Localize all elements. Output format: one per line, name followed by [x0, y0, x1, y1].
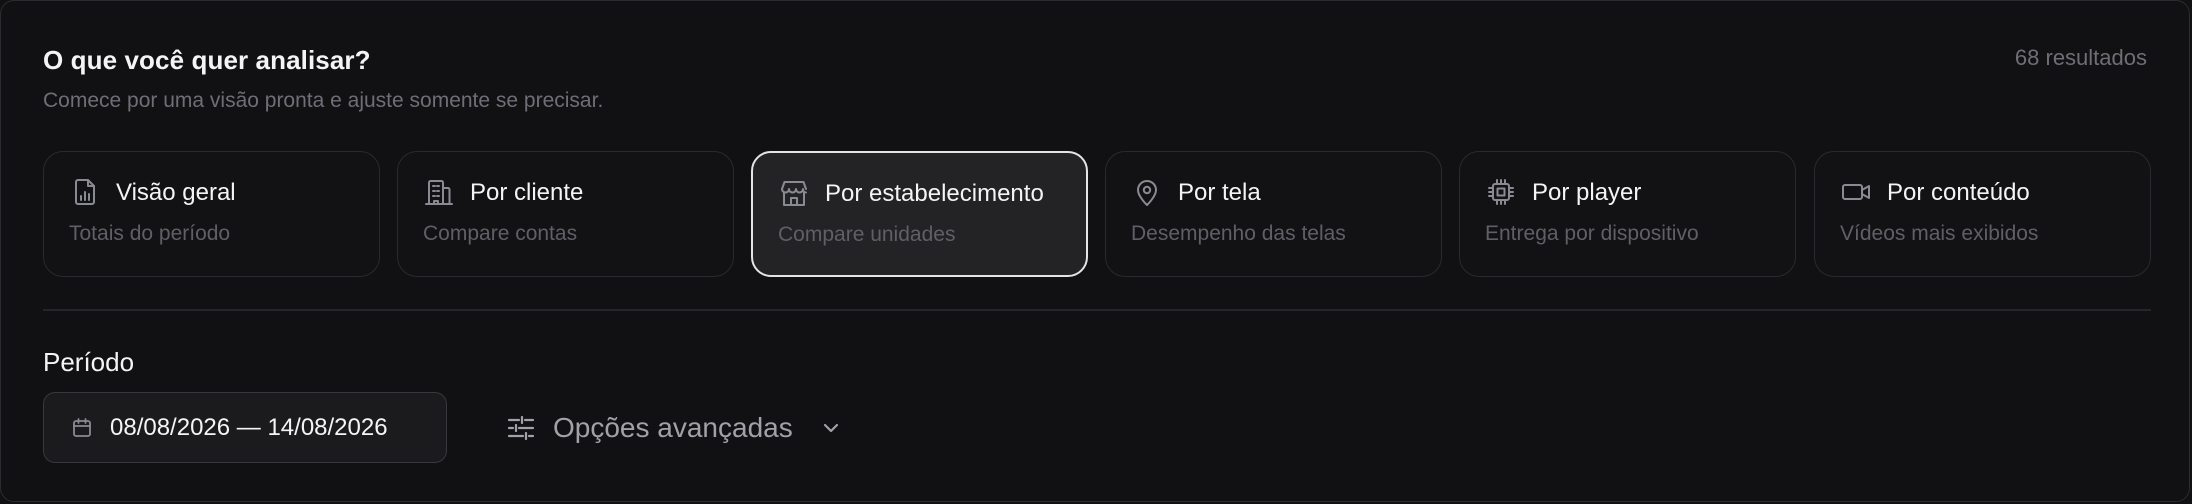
building-icon: [423, 176, 455, 208]
view-card-title: Por estabelecimento: [825, 180, 1044, 207]
view-card-description: Totais do período: [69, 222, 231, 245]
panel-title: O que você quer analisar?: [43, 45, 371, 75]
bar-chart-file-icon: [69, 176, 101, 208]
video-camera-icon: [1840, 176, 1872, 208]
view-card-title: Por conteúdo: [1887, 179, 2030, 206]
view-card-title: Por player: [1532, 179, 1642, 206]
period-label: Período: [43, 347, 135, 377]
view-card-title: Por tela: [1178, 179, 1261, 206]
advanced-options-label: Opções avançadas: [553, 412, 793, 443]
view-card-description: Compare contas: [423, 222, 578, 245]
date-range-value: 08/08/2026 — 14/08/2026: [110, 414, 388, 441]
store-icon: [778, 177, 810, 209]
view-card-description: Entrega por dispositivo: [1485, 222, 1699, 245]
view-card-visao-geral[interactable]: Visão geral Totais do período: [43, 151, 380, 277]
view-card-title: Visão geral: [116, 179, 236, 206]
panel-subtitle: Comece por uma visão pronta e ajuste som…: [43, 89, 604, 112]
view-card-description: Compare unidades: [778, 223, 956, 246]
view-card-por-player[interactable]: Por player Entrega por dispositivo: [1459, 151, 1796, 277]
date-range-picker[interactable]: 08/08/2026 — 14/08/2026: [43, 392, 447, 463]
view-card-title: Por cliente: [470, 179, 584, 206]
map-pin-icon: [1131, 176, 1163, 208]
view-cards: Visão geral Totais do período Por client…: [43, 151, 2151, 277]
view-card-por-estabelecimento[interactable]: Por estabelecimento Compare unidades: [751, 151, 1088, 277]
results-count: 68 resultados: [2014, 45, 2147, 70]
view-card-description: Vídeos mais exibidos: [1840, 222, 2039, 245]
sliders-icon: [505, 412, 537, 444]
chevron-down-icon: [819, 416, 843, 440]
view-card-por-conteudo[interactable]: Por conteúdo Vídeos mais exibidos: [1814, 151, 2151, 277]
section-divider: [43, 309, 2151, 311]
view-card-description: Desempenho das telas: [1131, 222, 1346, 245]
analysis-panel: O que você quer analisar? Comece por uma…: [0, 0, 2190, 502]
view-card-por-tela[interactable]: Por tela Desempenho das telas: [1105, 151, 1442, 277]
calendar-icon: [70, 416, 94, 440]
view-card-por-cliente[interactable]: Por cliente Compare contas: [397, 151, 734, 277]
chip-icon: [1485, 176, 1517, 208]
